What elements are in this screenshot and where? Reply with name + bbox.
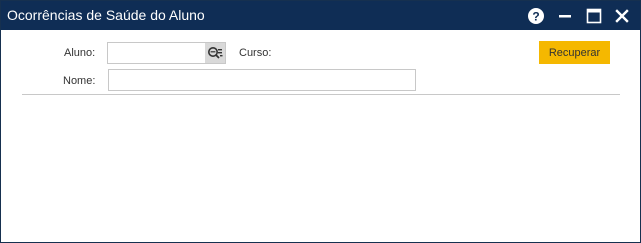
minimize-icon xyxy=(559,15,571,18)
close-button[interactable] xyxy=(613,7,631,25)
divider xyxy=(22,94,620,95)
title-bar[interactable]: Ocorrências de Saúde do Aluno ? xyxy=(1,1,640,30)
recuperar-button[interactable]: Recuperar xyxy=(539,41,610,64)
aluno-label: Aluno: xyxy=(64,47,96,59)
search-list-icon xyxy=(208,47,223,59)
dialog-window: Ocorrências de Saúde do Aluno ? Aluno: C… xyxy=(0,0,641,243)
svg-text:?: ? xyxy=(532,10,539,24)
nome-label: Nome: xyxy=(63,75,96,87)
question-icon: ? xyxy=(528,8,544,24)
nome-field[interactable] xyxy=(108,69,416,91)
maximize-button[interactable] xyxy=(585,7,603,25)
help-button[interactable]: ? xyxy=(527,7,545,25)
maximize-icon xyxy=(586,8,602,24)
aluno-lookup-button[interactable] xyxy=(205,42,226,64)
aluno-field[interactable] xyxy=(107,42,206,64)
curso-label: Curso: xyxy=(239,47,272,59)
window-title: Ocorrências de Saúde do Aluno xyxy=(7,7,205,23)
minimize-button[interactable] xyxy=(556,7,574,25)
close-icon xyxy=(615,9,629,23)
